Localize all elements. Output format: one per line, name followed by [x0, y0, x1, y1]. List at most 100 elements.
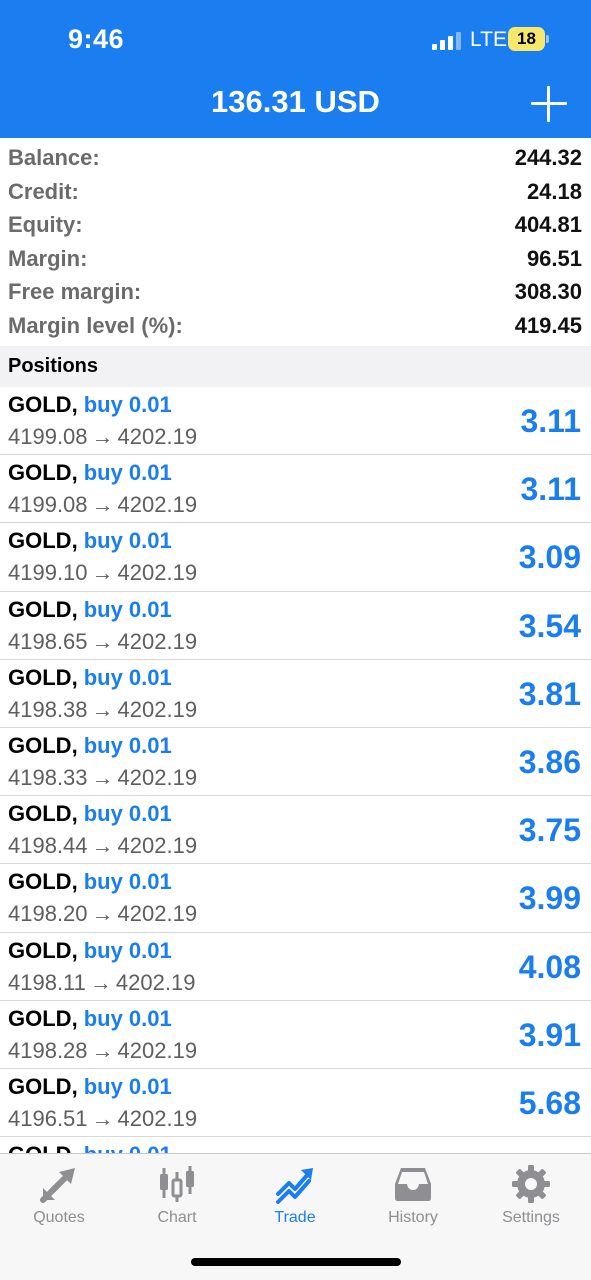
position-symbol: GOLD	[8, 732, 72, 758]
summary-row-margin-level: Margin level (%): 419.45	[0, 309, 591, 343]
position-profit: 3.91	[518, 1016, 581, 1053]
position-symbol: GOLD	[8, 596, 72, 622]
plus-icon[interactable]	[531, 86, 567, 122]
comma-separator: ,	[71, 732, 78, 758]
tab-history[interactable]: History	[354, 1154, 472, 1234]
position-side: buy 0.01	[83, 1073, 172, 1099]
battery-icon: 18	[508, 27, 545, 51]
current-price: 4202.19	[115, 969, 196, 995]
summary-value: 419.45	[514, 312, 582, 338]
home-indicator[interactable]	[191, 1258, 401, 1266]
summary-row-balance: Balance: 244.32	[0, 141, 591, 175]
open-price: 4198.20	[8, 901, 88, 927]
position-title: GOLD,buy 0.01	[8, 733, 172, 759]
position-row[interactable]: GOLD, buy 0.01	[0, 1137, 591, 1153]
current-price: 4202.19	[117, 492, 198, 518]
tab-settings[interactable]: Settings	[472, 1154, 590, 1234]
position-prices: 4196.51 → 4202.19	[8, 1106, 197, 1132]
history-inbox-icon	[395, 1168, 431, 1201]
position-symbol: GOLD	[8, 1005, 72, 1031]
position-title: GOLD,buy 0.01	[8, 869, 172, 895]
position-profit: 3.09	[518, 539, 581, 576]
open-price: 4198.28	[8, 1037, 88, 1063]
position-row[interactable]: GOLD, buy 0.01 4198.11 → 4202.19 4.08	[0, 933, 591, 1001]
quotes-arrows-icon	[40, 1168, 75, 1203]
position-prices: 4199.10 → 4202.19	[8, 560, 197, 586]
cellular-signal-icon	[432, 32, 462, 50]
summary-row-credit: Credit: 24.18	[0, 175, 591, 209]
tab-label: Quotes	[33, 1209, 85, 1226]
summary-label: Margin level (%):	[8, 312, 183, 338]
position-symbol: GOLD	[8, 1142, 72, 1153]
position-side: buy 0.01	[83, 528, 172, 554]
position-prices: 4198.65 → 4202.19	[8, 629, 197, 655]
top-bar: 9:46 LTE 18 136.31 USD	[0, 0, 591, 138]
position-prices: 4198.11 → 4202.19	[8, 970, 195, 996]
position-row[interactable]: GOLD, buy 0.01 4198.65 → 4202.19 3.54	[0, 592, 591, 660]
tab-chart[interactable]: Chart	[118, 1154, 236, 1234]
right-arrow-icon: →	[89, 969, 112, 995]
position-prices: 4198.33 → 4202.19	[8, 765, 197, 791]
position-side: buy 0.01	[83, 732, 172, 758]
position-profit: 3.54	[518, 607, 581, 644]
right-arrow-icon: →	[91, 492, 114, 518]
positions-list[interactable]: GOLD, buy 0.01 4199.08 → 4202.19 3.11 GOLD,…	[0, 387, 591, 1153]
position-prices: 4199.08 → 4202.19	[8, 424, 197, 450]
open-price: 4198.44	[8, 833, 88, 859]
position-profit: 5.68	[518, 1084, 581, 1121]
open-price: 4199.10	[8, 560, 88, 586]
positions-section-header: Positions	[0, 346, 591, 387]
right-arrow-icon: →	[91, 696, 114, 722]
position-symbol: GOLD	[8, 528, 72, 554]
position-profit: 3.11	[520, 471, 581, 508]
right-arrow-icon: →	[91, 560, 114, 586]
position-profit: 3.11	[520, 403, 581, 439]
position-prices: 4199.08 → 4202.19	[8, 492, 197, 518]
position-row[interactable]: GOLD, buy 0.01 4196.51 → 4202.19 5.68	[0, 1069, 591, 1138]
right-arrow-icon: →	[91, 764, 114, 790]
network-type: LTE	[470, 28, 507, 51]
status-time: 9:46	[68, 24, 125, 54]
settings-gear-icon	[512, 1165, 550, 1203]
position-row[interactable]: GOLD, buy 0.01 4198.20 → 4202.19 3.99	[0, 864, 591, 933]
position-symbol: GOLD	[8, 392, 72, 417]
position-row[interactable]: GOLD, buy 0.01 4199.08 → 4202.19 3.11	[0, 455, 591, 524]
summary-value: 244.32	[514, 145, 582, 170]
position-side: buy 0.01	[83, 664, 172, 690]
current-price: 4202.19	[117, 1037, 198, 1063]
position-side: buy 0.01	[83, 937, 172, 963]
position-symbol: GOLD	[8, 869, 72, 895]
summary-label: Equity:	[8, 212, 83, 237]
right-arrow-icon: →	[91, 1105, 114, 1131]
comma-separator: ,	[71, 596, 78, 622]
position-row[interactable]: GOLD, buy 0.01 4198.33 → 4202.19 3.86	[0, 728, 591, 797]
position-profit: 3.86	[518, 743, 581, 780]
candlestick-chart-icon	[160, 1166, 194, 1202]
right-arrow-icon: →	[91, 1037, 114, 1063]
comma-separator: ,	[72, 1142, 78, 1153]
position-side: buy 0.01	[84, 1142, 172, 1153]
position-prices: 4198.28 → 4202.19	[8, 1038, 197, 1064]
right-arrow-icon: →	[91, 424, 114, 449]
position-row[interactable]: GOLD, buy 0.01 4198.44 → 4202.19 3.75	[0, 796, 591, 865]
current-price: 4202.19	[117, 424, 198, 449]
page-title: 136.31 USD	[211, 84, 380, 119]
comma-separator: ,	[71, 392, 78, 417]
position-symbol: GOLD	[8, 1073, 72, 1099]
summary-value: 96.51	[526, 245, 582, 271]
tab-label: Settings	[502, 1209, 560, 1226]
position-symbol: GOLD	[8, 937, 72, 963]
position-row[interactable]: GOLD, buy 0.01 4199.08 → 4202.19 3.11	[0, 387, 591, 456]
position-profit: 4.08	[518, 948, 581, 985]
open-price: 4199.08	[8, 424, 88, 449]
position-side: buy 0.01	[83, 596, 172, 622]
position-title: GOLD,buy 0.01	[8, 665, 172, 691]
tab-quotes[interactable]: Quotes	[0, 1154, 118, 1234]
tab-trade[interactable]: Trade	[236, 1154, 354, 1234]
current-price: 4202.19	[117, 833, 198, 859]
position-row[interactable]: GOLD, buy 0.01 4198.28 → 4202.19 3.91	[0, 1001, 591, 1069]
position-title: GOLD,buy 0.01	[8, 392, 172, 418]
position-row[interactable]: GOLD, buy 0.01 4199.10 → 4202.19 3.09	[0, 523, 591, 592]
summary-row-free-margin: Free margin: 308.30	[0, 275, 591, 309]
position-row[interactable]: GOLD, buy 0.01 4198.38 → 4202.19 3.81	[0, 660, 591, 728]
